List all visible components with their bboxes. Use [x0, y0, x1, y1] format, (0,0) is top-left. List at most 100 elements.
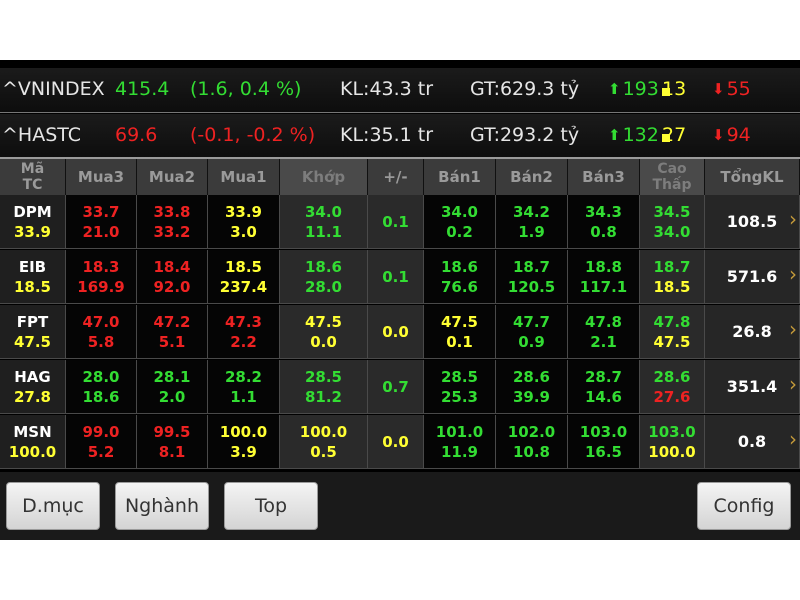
column-header-match[interactable]: Khớp	[280, 159, 368, 195]
column-header-highlow[interactable]: Cao Thấp	[640, 159, 705, 195]
top-button[interactable]: Top	[224, 482, 318, 530]
change-price: 0.0	[382, 432, 409, 451]
symbol-code: DPM	[13, 202, 52, 221]
index-change: (-0.1, -0.2 %)	[190, 124, 316, 146]
arrow-down-icon: ⬇	[712, 80, 725, 98]
sell2-cell: 18.7 120.5	[496, 250, 568, 304]
highlow-cell: 28.6 27.6	[640, 360, 705, 414]
change-price: 0.0	[382, 322, 409, 341]
sell3-cell: 103.0 16.5	[568, 415, 640, 469]
table-row-eib[interactable]: EIB 18.5 18.3 169.9 18.4 92.0 18.5 237.4 18.6 28.…	[0, 250, 800, 304]
buy1-price: 100.0	[219, 422, 268, 441]
stock-board-app: ^VNINDEX 415.4 (1.6, 0.4 %) KL:43.3 tr G…	[0, 60, 800, 540]
advancers-count: ⬆ 193	[608, 78, 659, 100]
match-volume: 0.0	[310, 332, 337, 351]
buy2-cell: 18.4 92.0	[137, 250, 208, 304]
total-volume: 108.5	[726, 211, 778, 231]
sell1-price: 28.5	[440, 367, 478, 386]
sell3-cell: 47.8 2.1	[568, 305, 640, 359]
sell3-cell: 34.3 0.8	[568, 195, 640, 249]
highlow-cell: 103.0 100.0	[640, 415, 705, 469]
buy1-cell: 47.3 2.2	[208, 305, 280, 359]
match-price: 47.5	[304, 312, 342, 331]
sell2-price: 28.6	[512, 367, 550, 386]
buy2-volume: 33.2	[153, 222, 191, 241]
chevron-right-icon[interactable]: ›	[789, 374, 797, 394]
index-value: 69.6	[115, 124, 158, 146]
reference-price: 18.5	[13, 277, 51, 296]
column-header-buy2[interactable]: Mua2	[137, 159, 208, 195]
match-volume: 0.5	[310, 442, 337, 461]
sell1-price: 101.0	[435, 422, 484, 441]
highlow-price: 47.8	[653, 312, 691, 331]
buy2-cell: 33.8 33.2	[137, 195, 208, 249]
sell2-volume: 1.9	[518, 222, 545, 241]
index-volume: KL:35.1 tr	[340, 124, 434, 146]
buy2-cell: 28.1 2.0	[137, 360, 208, 414]
buy2-price: 33.8	[153, 202, 191, 221]
chevron-right-icon[interactable]: ›	[789, 209, 797, 229]
sell1-cell: 18.6 76.6	[424, 250, 496, 304]
buy3-volume: 169.9	[77, 277, 125, 296]
chevron-right-icon[interactable]: ›	[789, 429, 797, 449]
buy1-price: 33.9	[224, 202, 262, 221]
column-header-buy3[interactable]: Mua3	[66, 159, 137, 195]
symbol-cell: DPM 33.9	[0, 195, 66, 249]
match-price: 34.0	[304, 202, 342, 221]
sell2-volume: 120.5	[507, 277, 556, 296]
total-volume: 351.4	[726, 376, 778, 396]
symbol-code: FPT	[16, 312, 49, 331]
index-row-hastc[interactable]: ^HASTC 69.6 (-0.1, -0.2 %) KL:35.1 tr GT…	[0, 114, 800, 158]
highlow-volume: 47.5	[653, 332, 691, 351]
buy2-price: 28.1	[153, 367, 191, 386]
total-volume: 0.8	[737, 431, 767, 451]
buy2-cell: 99.5 8.1	[137, 415, 208, 469]
table-row-fpt[interactable]: FPT 47.5 47.0 5.8 47.2 5.1 47.3 2.2 47.5 0.0 0.0 47…	[0, 305, 800, 359]
match-price: 18.6	[304, 257, 342, 276]
index-value-traded: GT:293.2 tỷ	[470, 124, 580, 146]
column-header-sym[interactable]: Mã TC	[0, 159, 66, 195]
sector-button[interactable]: Nghành	[115, 482, 209, 530]
column-header-sell1[interactable]: Bán1	[424, 159, 496, 195]
sell3-volume: 16.5	[584, 442, 622, 461]
highlow-volume: 18.5	[653, 277, 691, 296]
column-header-total[interactable]: TổngKL	[705, 159, 800, 195]
chevron-right-icon[interactable]: ›	[789, 264, 797, 284]
highlow-price: 34.5	[653, 202, 691, 221]
highlow-cell: 18.7 18.5	[640, 250, 705, 304]
index-row-vnindex[interactable]: ^VNINDEX 415.4 (1.6, 0.4 %) KL:43.3 tr G…	[0, 68, 800, 112]
column-header-change[interactable]: +/-	[368, 159, 424, 195]
column-header-sell3[interactable]: Bán3	[568, 159, 640, 195]
table-row-dpm[interactable]: DPM 33.9 33.7 21.0 33.8 33.2 33.9 3.0 34.0 11.1 0.…	[0, 195, 800, 249]
buy2-volume: 5.1	[158, 332, 186, 351]
buy1-cell: 33.9 3.0	[208, 195, 280, 249]
sell2-cell: 28.6 39.9	[496, 360, 568, 414]
buy1-price: 28.2	[224, 367, 262, 386]
match-volume: 81.2	[304, 387, 342, 406]
symbol-cell: EIB 18.5	[0, 250, 66, 304]
category-button[interactable]: D.mục	[6, 482, 100, 530]
column-header-sell2[interactable]: Bán2	[496, 159, 568, 195]
config-button[interactable]: Config	[697, 482, 791, 530]
arrow-up-icon: ⬆	[608, 80, 621, 98]
sell1-price: 18.6	[440, 257, 478, 276]
reference-price: 33.9	[13, 222, 51, 241]
sell1-price: 34.0	[440, 202, 478, 221]
change-cell: 0.0	[368, 415, 424, 469]
reference-price: 47.5	[13, 332, 51, 351]
change-cell: 0.7	[368, 360, 424, 414]
buy3-cell: 33.7 21.0	[66, 195, 137, 249]
buy2-price: 47.2	[153, 312, 191, 331]
column-header-buy1[interactable]: Mua1	[208, 159, 280, 195]
advancers-count: ⬆ 132	[608, 124, 659, 146]
buy3-price: 99.0	[82, 422, 120, 441]
buy2-price: 99.5	[153, 422, 191, 441]
sell1-cell: 34.0 0.2	[424, 195, 496, 249]
chevron-right-icon[interactable]: ›	[789, 319, 797, 339]
buy3-volume: 5.2	[87, 442, 115, 461]
sell1-volume: 11.9	[440, 442, 478, 461]
match-volume: 28.0	[304, 277, 342, 296]
buy1-volume: 1.1	[230, 387, 257, 406]
table-row-hag[interactable]: HAG 27.8 28.0 18.6 28.1 2.0 28.2 1.1 28.5 81.2 0.7…	[0, 360, 800, 414]
table-row-msn[interactable]: MSN 100.0 99.0 5.2 99.5 8.1 100.0 3.9 100.0 0.5 0.…	[0, 415, 800, 469]
